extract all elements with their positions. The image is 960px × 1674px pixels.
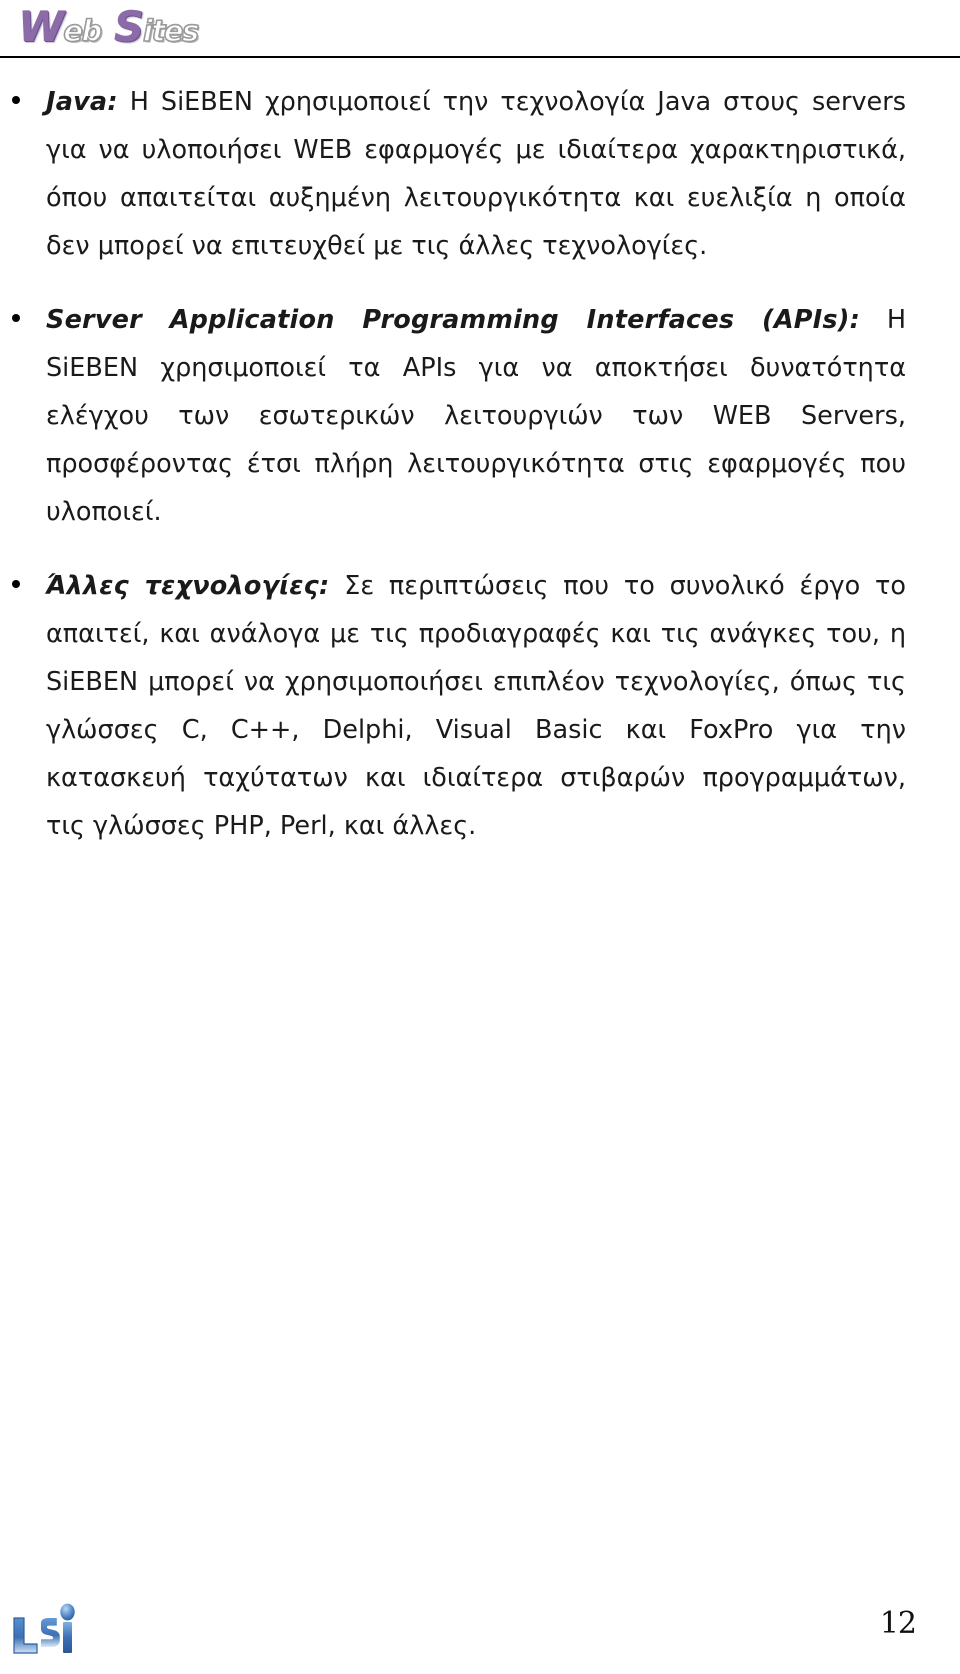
bullet-lead-label: Java: bbox=[46, 87, 118, 117]
bullet-body-text: Η SiEBEN χρησιμοποιεί τα APIs για να απο… bbox=[46, 305, 906, 527]
logo-letters-eb: eb bbox=[63, 13, 104, 49]
bullet-paragraph-other-technologies: Άλλες τεχνολογίες: Σε περιπτώσεις που το… bbox=[0, 562, 906, 850]
logo-letter-s: S bbox=[113, 2, 144, 51]
bullet-lead-label: Άλλες τεχνολογίες: bbox=[46, 571, 330, 601]
page-header: Web Sites bbox=[0, 0, 960, 58]
page-footer: 12 bbox=[0, 1588, 960, 1674]
bullet-marker-icon bbox=[12, 580, 20, 588]
logo-letter-w: W bbox=[18, 2, 64, 51]
bullet-paragraph-java: Java: Η SiEBEN χρησιμοποιεί την τεχνολογ… bbox=[0, 78, 906, 270]
bullet-paragraph-server-apis: Server Application Programming Interface… bbox=[0, 296, 906, 536]
logo-letters-ites: ites bbox=[142, 13, 200, 49]
page-number: 12 bbox=[879, 1606, 917, 1641]
wordart-web-sites-logo: Web Sites bbox=[18, 2, 200, 51]
lsi-logo-icon bbox=[13, 1603, 75, 1654]
bullet-marker-icon bbox=[12, 96, 20, 104]
header-divider-rule bbox=[0, 56, 960, 58]
bullet-body-text: Η SiEBEN χρησιμοποιεί την τεχνολογία Jav… bbox=[46, 87, 906, 261]
bullet-marker-icon bbox=[12, 314, 20, 322]
bullet-lead-label: Server Application Programming Interface… bbox=[46, 305, 861, 335]
document-body: Java: Η SiEBEN χρησιμοποιεί την τεχνολογ… bbox=[0, 78, 960, 850]
lsi-logo bbox=[8, 1596, 82, 1664]
bullet-body-text: Σε περιπτώσεις που το συνολικό έργο το α… bbox=[46, 571, 906, 841]
